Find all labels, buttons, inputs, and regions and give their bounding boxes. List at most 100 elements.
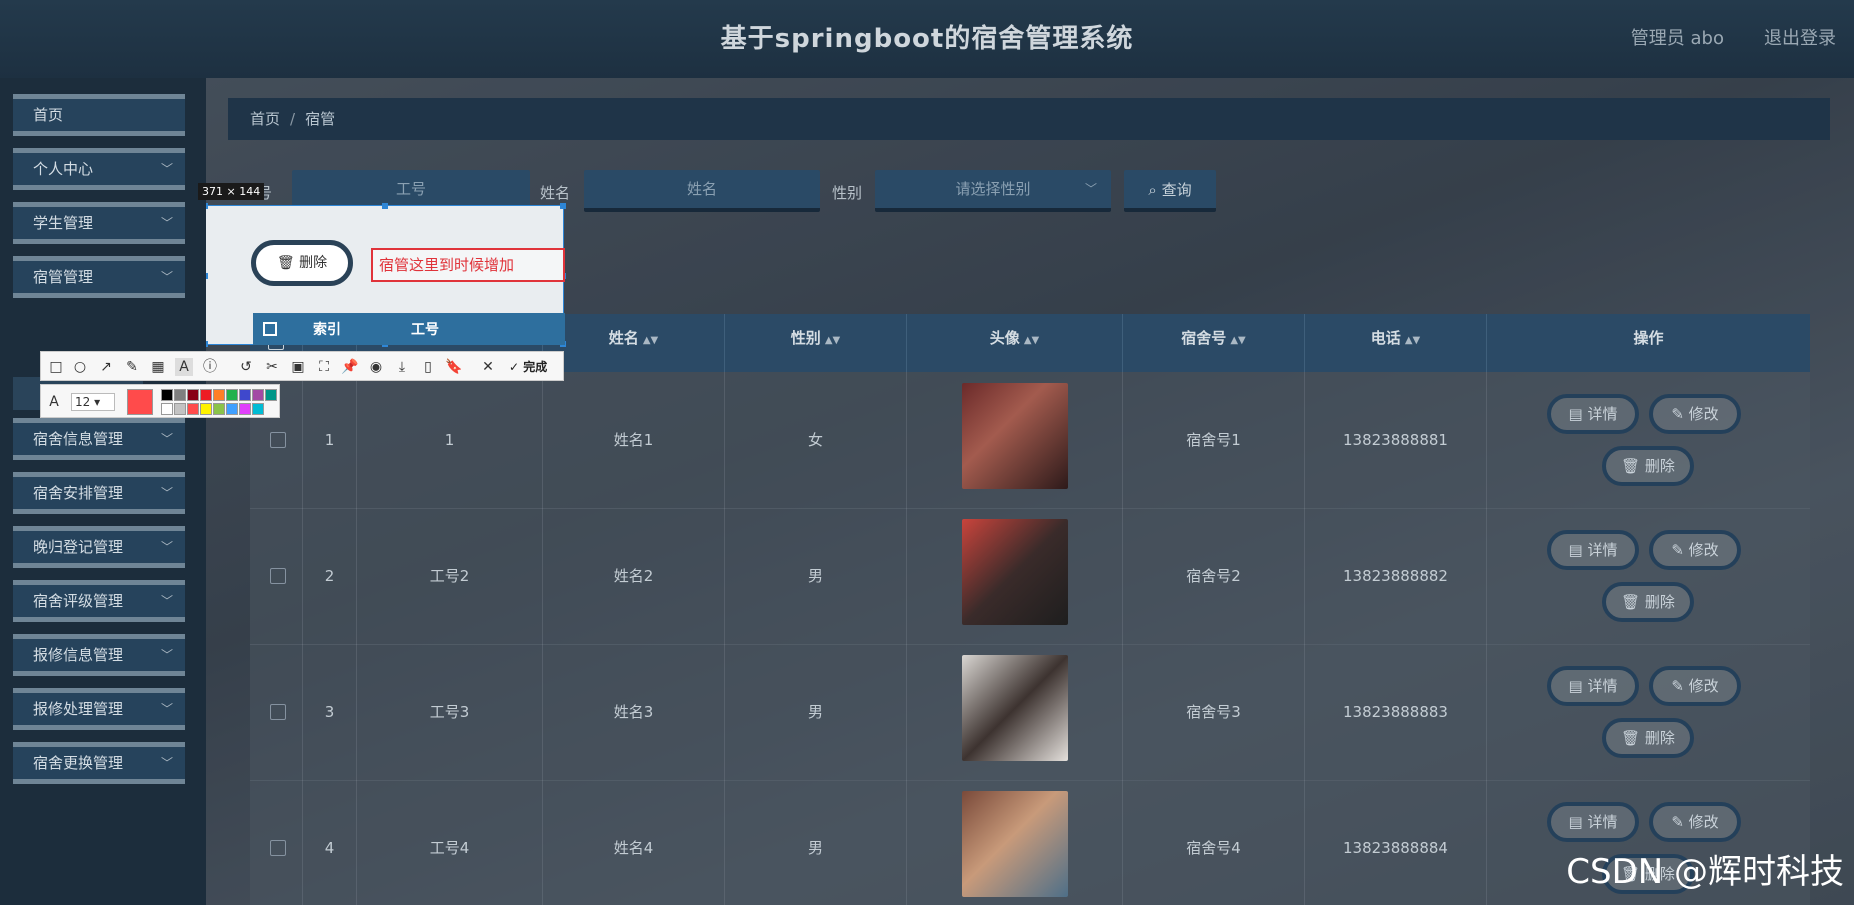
edit-button[interactable]: ✎ 修改 (1649, 666, 1741, 706)
header-phone[interactable]: 电话 ▲▼ (1305, 314, 1487, 372)
ellipse-icon[interactable]: ○ (71, 358, 89, 376)
detail-button[interactable]: ▤ 详情 (1547, 802, 1639, 842)
sidebar-item-dorm-change[interactable]: 宿舍更换管理 ﹀ (13, 742, 185, 784)
mosaic-icon[interactable]: ▦ (149, 358, 167, 376)
row-checkbox[interactable] (270, 432, 286, 448)
color-swatch[interactable] (239, 403, 251, 415)
annotation-text-box[interactable]: 宿管这里到时候增加 (371, 248, 565, 282)
color-swatch[interactable] (161, 403, 173, 415)
row-checkbox[interactable] (270, 568, 286, 584)
sidebar-item-dorm-arrange[interactable]: 宿舍安排管理 ﹀ (13, 472, 185, 514)
sort-icon[interactable]: ▲▼ (1024, 335, 1039, 346)
header-dorm-label: 宿舍号 (1181, 329, 1227, 347)
done-button[interactable]: ✓ 完成 (509, 358, 547, 375)
number-icon[interactable]: ⓘ (201, 358, 219, 376)
color-swatch[interactable] (213, 389, 225, 401)
avatar[interactable] (962, 383, 1068, 489)
sidebar-item-home[interactable]: 首页 (13, 94, 185, 136)
sidebar-item-profile[interactable]: 个人中心 ﹀ (13, 148, 185, 190)
avatar[interactable] (962, 655, 1068, 761)
snip-toolbar: □ ○ ↗ ✎ ▦ A ⓘ ↺ ✂ ▣ ⛶ 📌 ◉ ⤓ ▯ 🔖 ✕ ✓ 完成 (40, 351, 564, 381)
close-icon[interactable]: ✕ (479, 358, 497, 376)
query-button[interactable]: ⌕ 查询 (1124, 170, 1216, 212)
current-color-swatch[interactable] (127, 389, 153, 415)
detail-button[interactable]: ▤ 详情 (1547, 666, 1639, 706)
bookmark-icon[interactable]: 🔖 (445, 358, 463, 376)
sidebar-item-repair-info[interactable]: 报修信息管理 ﹀ (13, 634, 185, 676)
detail-button[interactable]: ▤ 详情 (1547, 394, 1639, 434)
breadcrumb-home[interactable]: 首页 (250, 110, 280, 128)
delete-button[interactable]: 🗑 删除 (1602, 446, 1694, 486)
color-swatch[interactable] (161, 389, 173, 401)
pencil-icon[interactable]: ✎ (123, 358, 141, 376)
snip-selection[interactable]: 🗑 删除 宿管这里到时候增加 索引 工号 (206, 203, 566, 347)
undo-icon[interactable]: ↺ (237, 358, 255, 376)
batch-delete-button[interactable]: 🗑 删除 (251, 240, 353, 286)
resize-handle[interactable] (206, 341, 208, 347)
text-icon[interactable]: A (175, 358, 193, 376)
resize-handle[interactable] (560, 203, 566, 209)
record-icon[interactable]: ◉ (367, 358, 385, 376)
select-all-checkbox[interactable] (263, 322, 277, 336)
edit-button[interactable]: ✎ 修改 (1649, 530, 1741, 570)
name-input[interactable]: 姓名 (584, 170, 820, 212)
avatar[interactable] (962, 791, 1068, 897)
color-swatch[interactable] (252, 389, 264, 401)
color-swatch[interactable] (200, 403, 212, 415)
header-avatar[interactable]: 头像 ▲▼ (907, 314, 1123, 372)
edit-button[interactable]: ✎ 修改 (1649, 802, 1741, 842)
arrow-icon[interactable]: ↗ (97, 358, 115, 376)
sort-icon[interactable]: ▲▼ (643, 335, 658, 346)
color-swatch[interactable] (265, 389, 277, 401)
delete-button[interactable]: 🗑 删除 (1602, 582, 1694, 622)
detail-button[interactable]: ▤ 详情 (1547, 530, 1639, 570)
phone-icon[interactable]: ▯ (419, 358, 437, 376)
avatar[interactable] (962, 519, 1068, 625)
crop-icon[interactable]: ✂ (263, 358, 281, 376)
resize-handle[interactable] (206, 273, 208, 279)
cell-phone: 13823888884 (1305, 780, 1487, 905)
sort-icon[interactable]: ▲▼ (1405, 335, 1420, 346)
color-swatch[interactable] (200, 389, 212, 401)
sidebar-item-dorm-admin[interactable]: 宿管管理 ﹀ (13, 256, 185, 298)
ocr-icon[interactable]: ▣ (289, 358, 307, 376)
resize-handle[interactable] (382, 203, 388, 209)
gender-select[interactable]: 请选择性别 ﹀ (875, 170, 1111, 212)
sidebar-item-repair-handle[interactable]: 报修处理管理 ﹀ (13, 688, 185, 730)
header-name[interactable]: 姓名 ▲▼ (543, 314, 725, 372)
color-swatch[interactable] (226, 403, 238, 415)
current-user[interactable]: 管理员 abo (1631, 24, 1724, 50)
sort-icon[interactable]: ▲▼ (825, 335, 840, 346)
sidebar-item-dorm-info[interactable]: 宿舍信息管理 ﹀ (13, 418, 185, 460)
table-row: 1 1 姓名1 女 宿舍号1 13823888881 ▤ 详情 ✎ 修改 🗑 删… (250, 372, 1810, 509)
color-swatch[interactable] (174, 389, 186, 401)
pin-icon[interactable]: 📌 (341, 358, 359, 376)
edit-button[interactable]: ✎ 修改 (1649, 394, 1741, 434)
logout-link[interactable]: 退出登录 (1764, 24, 1836, 50)
sidebar-item-late-return[interactable]: 晚归登记管理 ﹀ (13, 526, 185, 568)
document-icon: ▤ (1568, 405, 1588, 423)
color-swatch[interactable] (226, 389, 238, 401)
sidebar-item-label: 学生管理 (33, 214, 94, 232)
color-swatch[interactable] (252, 403, 264, 415)
color-swatch[interactable] (187, 389, 199, 401)
resize-handle[interactable] (206, 203, 208, 209)
color-swatch[interactable] (187, 403, 199, 415)
row-checkbox[interactable] (270, 704, 286, 720)
sidebar-item-dorm-rating[interactable]: 宿舍评级管理 ﹀ (13, 580, 185, 622)
color-swatch[interactable] (213, 403, 225, 415)
header-gender[interactable]: 性别 ▲▼ (725, 314, 907, 372)
row-checkbox[interactable] (270, 840, 286, 856)
sidebar-item-students[interactable]: 学生管理 ﹀ (13, 202, 185, 244)
color-swatch[interactable] (239, 389, 251, 401)
cell-avatar (907, 508, 1123, 645)
delete-button[interactable]: 🗑 删除 (1602, 718, 1694, 758)
header-dorm[interactable]: 宿舍号 ▲▼ (1123, 314, 1305, 372)
scan-icon[interactable]: ⛶ (315, 358, 333, 376)
cell-gender: 男 (725, 508, 907, 645)
font-size-select[interactable]: 12 ▾ (71, 393, 115, 411)
sort-icon[interactable]: ▲▼ (1230, 335, 1245, 346)
rectangle-icon[interactable]: □ (47, 358, 65, 376)
color-swatch[interactable] (174, 403, 186, 415)
download-icon[interactable]: ⤓ (393, 358, 411, 376)
